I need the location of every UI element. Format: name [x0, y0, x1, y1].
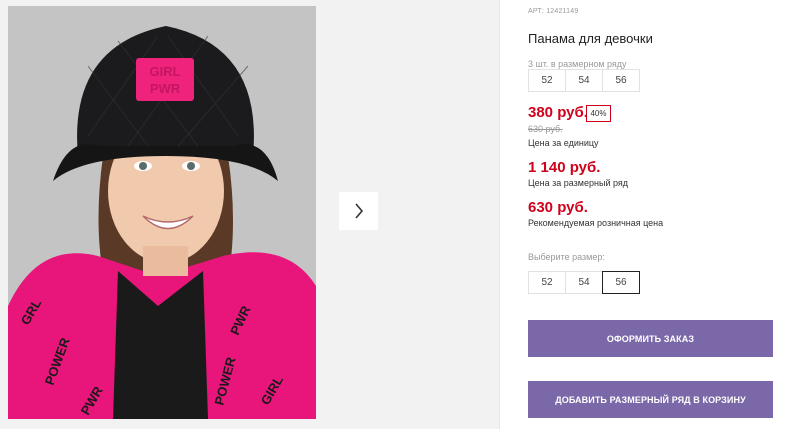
old-price: 630 руб.: [528, 124, 563, 134]
product-title: Панама для девочки: [528, 31, 653, 46]
next-image-button[interactable]: [339, 192, 378, 230]
size-option-56[interactable]: 56: [602, 271, 640, 294]
rrp-price: 630 руб.: [528, 199, 588, 216]
article-number: АРТ: 12421149: [528, 8, 579, 15]
size-row-info: 52 54 56: [528, 69, 640, 92]
row-price-label: Цена за размерный ряд: [528, 178, 629, 188]
row-price: 1 140 руб.: [528, 159, 601, 176]
add-size-row-to-cart-button[interactable]: ДОБАВИТЬ РАЗМЕРНЫЙ РЯД В КОРЗИНУ: [528, 381, 773, 418]
hat-patch-line-2: PWR: [150, 81, 181, 96]
product-gallery: GRL POWER PWR GIRL POWER PWR GIRL PWR: [0, 0, 500, 429]
chevron-right-icon: [354, 203, 363, 219]
size-row-note: 3 шт. в размерном ряду: [528, 59, 627, 69]
discount-badge: 40%: [586, 105, 611, 122]
size-row-cell: 54: [565, 69, 603, 92]
hat-patch-line-1: GIRL: [149, 64, 180, 79]
size-row-cell: 56: [602, 69, 640, 92]
rrp-price-label: Рекомендуемая розничная цена: [528, 218, 664, 228]
product-photo: GRL POWER PWR GIRL POWER PWR GIRL PWR: [8, 6, 316, 419]
size-selector: 52 54 56: [528, 271, 640, 294]
choose-size-label: Выберите размер:: [528, 252, 605, 262]
size-option-54[interactable]: 54: [565, 271, 603, 294]
order-button[interactable]: ОФОРМИТЬ ЗАКАЗ: [528, 320, 773, 357]
unit-price-label: Цена за единицу: [528, 138, 599, 148]
size-row-cell: 52: [528, 69, 566, 92]
unit-price: 380 руб.: [528, 104, 588, 121]
size-option-52[interactable]: 52: [528, 271, 566, 294]
